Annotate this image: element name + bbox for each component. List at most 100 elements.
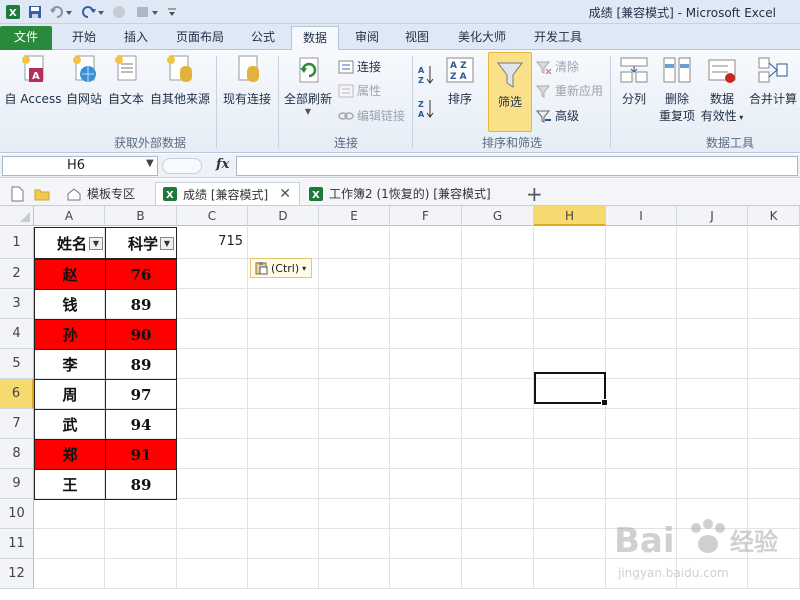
grid-cell[interactable] bbox=[534, 469, 606, 499]
grid-cell[interactable] bbox=[177, 289, 248, 319]
selected-cell-h6[interactable] bbox=[534, 372, 608, 406]
name-cell[interactable]: 郑 bbox=[34, 439, 106, 470]
name-cell[interactable]: 赵 bbox=[34, 259, 106, 290]
row-header[interactable]: 3 bbox=[0, 289, 34, 319]
column-header[interactable]: I bbox=[606, 206, 677, 226]
grid-cell[interactable] bbox=[534, 259, 606, 289]
text-to-columns-button[interactable]: 分列 bbox=[614, 54, 654, 107]
grid-cell[interactable] bbox=[534, 499, 606, 529]
grid-cell[interactable] bbox=[177, 319, 248, 349]
grid-cell[interactable] bbox=[462, 227, 534, 259]
from-web-button[interactable]: 自网站 bbox=[64, 54, 104, 107]
name-cell[interactable]: 周 bbox=[34, 379, 106, 410]
column-header[interactable]: H bbox=[534, 206, 606, 226]
grid-cell[interactable] bbox=[177, 379, 248, 409]
grid-cell[interactable] bbox=[606, 379, 677, 409]
column-header[interactable]: F bbox=[390, 206, 462, 226]
header-cell-score[interactable]: 科学 ▼ bbox=[105, 227, 177, 259]
name-box[interactable]: H6 bbox=[2, 156, 158, 176]
grid-cell[interactable] bbox=[390, 469, 462, 499]
grid-cell[interactable] bbox=[748, 289, 800, 319]
edit-links-button[interactable]: 编辑链接 bbox=[338, 107, 405, 124]
grid-cell[interactable] bbox=[390, 499, 462, 529]
grid-cell[interactable] bbox=[462, 499, 534, 529]
row-header[interactable]: 5 bbox=[0, 349, 34, 379]
tab-data[interactable]: 数据 bbox=[291, 26, 339, 51]
paste-options-button[interactable]: (Ctrl) ▾ bbox=[250, 258, 312, 278]
doc-tab-grades[interactable]: X 成绩 [兼容模式] ✕ bbox=[155, 182, 300, 205]
cell-c1[interactable]: 715 bbox=[177, 227, 247, 257]
tab-view[interactable]: 视图 bbox=[394, 26, 440, 50]
formula-input[interactable] bbox=[236, 156, 798, 176]
column-header[interactable]: B bbox=[105, 206, 177, 226]
sort-ascending-button[interactable]: AZ bbox=[416, 64, 438, 89]
grid-cell[interactable] bbox=[462, 319, 534, 349]
formula-bar-resize-handle[interactable] bbox=[162, 158, 202, 174]
grid-cell[interactable] bbox=[390, 289, 462, 319]
add-tab-icon[interactable]: + bbox=[520, 182, 549, 206]
name-cell[interactable]: 李 bbox=[34, 349, 106, 380]
advanced-filter-button[interactable]: 高级 bbox=[536, 107, 579, 124]
column-header[interactable]: K bbox=[748, 206, 800, 226]
grid-cell[interactable] bbox=[606, 259, 677, 289]
row-header[interactable]: 9 bbox=[0, 469, 34, 499]
grid-cell[interactable] bbox=[319, 259, 390, 289]
name-cell[interactable]: 钱 bbox=[34, 289, 106, 320]
from-other-sources-button[interactable]: 自其他来源 bbox=[148, 54, 212, 107]
grid-cell[interactable] bbox=[248, 559, 319, 589]
grid-cell[interactable] bbox=[319, 409, 390, 439]
grid-cell[interactable] bbox=[248, 499, 319, 529]
spreadsheet-grid[interactable]: ABCDEFGHIJK 1 2 3 4 5 6 7 8 9 10 11 12 姓名 ▼ 科学 ▼ 71… bbox=[0, 206, 800, 600]
grid-cell[interactable] bbox=[606, 289, 677, 319]
row-header[interactable]: 8 bbox=[0, 439, 34, 469]
grid-cell[interactable] bbox=[606, 227, 677, 259]
score-cell[interactable]: 89 bbox=[105, 289, 177, 320]
grid-cell[interactable] bbox=[677, 379, 748, 409]
name-cell[interactable]: 王 bbox=[34, 469, 106, 500]
connections-button[interactable]: 连接 bbox=[338, 58, 381, 75]
grid-cell[interactable] bbox=[177, 349, 248, 379]
circle-icon[interactable] bbox=[110, 3, 128, 21]
grid-cell[interactable] bbox=[319, 227, 390, 259]
column-header[interactable]: C bbox=[177, 206, 248, 226]
grid-cell[interactable] bbox=[677, 439, 748, 469]
grid-cell[interactable] bbox=[748, 227, 800, 259]
grid-cell[interactable] bbox=[177, 439, 248, 469]
tab-home[interactable]: 开始 bbox=[60, 26, 108, 50]
remove-duplicates-button[interactable]: 删除 重复项 bbox=[656, 54, 698, 124]
column-header[interactable]: G bbox=[462, 206, 534, 226]
column-header[interactable]: A bbox=[34, 206, 105, 226]
grid-cell[interactable] bbox=[105, 559, 177, 589]
score-cell[interactable]: 76 bbox=[105, 259, 177, 290]
tab-developer[interactable]: 开发工具 bbox=[526, 26, 590, 50]
filter-dropdown-icon[interactable]: ▼ bbox=[89, 237, 103, 250]
grid-cell[interactable] bbox=[248, 469, 319, 499]
grid-cell[interactable] bbox=[748, 349, 800, 379]
grid-cell[interactable] bbox=[177, 259, 248, 289]
save-icon[interactable] bbox=[26, 3, 44, 21]
grid-cell[interactable] bbox=[462, 409, 534, 439]
grid-cell[interactable] bbox=[462, 559, 534, 589]
grid-cell[interactable] bbox=[319, 319, 390, 349]
grid-cell[interactable] bbox=[319, 289, 390, 319]
name-box-dropdown-icon[interactable]: ▼ bbox=[146, 158, 154, 169]
grid-cell[interactable] bbox=[534, 289, 606, 319]
grid-cell[interactable] bbox=[462, 289, 534, 319]
grid-cell[interactable] bbox=[248, 227, 319, 259]
score-cell[interactable]: 89 bbox=[105, 349, 177, 380]
grid-cell[interactable] bbox=[677, 289, 748, 319]
grid-cell[interactable] bbox=[677, 319, 748, 349]
row-header[interactable]: 7 bbox=[0, 409, 34, 439]
grid-cell[interactable] bbox=[177, 469, 248, 499]
grid-cell[interactable] bbox=[390, 409, 462, 439]
grid-cell[interactable] bbox=[177, 499, 248, 529]
grid-cell[interactable] bbox=[319, 559, 390, 589]
score-cell[interactable]: 90 bbox=[105, 319, 177, 350]
grid-cell[interactable] bbox=[390, 439, 462, 469]
grid-cell[interactable] bbox=[748, 379, 800, 409]
filter-dropdown-icon[interactable]: ▼ bbox=[160, 237, 174, 250]
grid-cell[interactable] bbox=[34, 559, 105, 589]
grid-cell[interactable] bbox=[390, 349, 462, 379]
doc-tab-workbook2[interactable]: X 工作簿2 (1恢复的) [兼容模式] bbox=[302, 182, 497, 205]
close-tab-icon[interactable]: ✕ bbox=[279, 186, 291, 202]
